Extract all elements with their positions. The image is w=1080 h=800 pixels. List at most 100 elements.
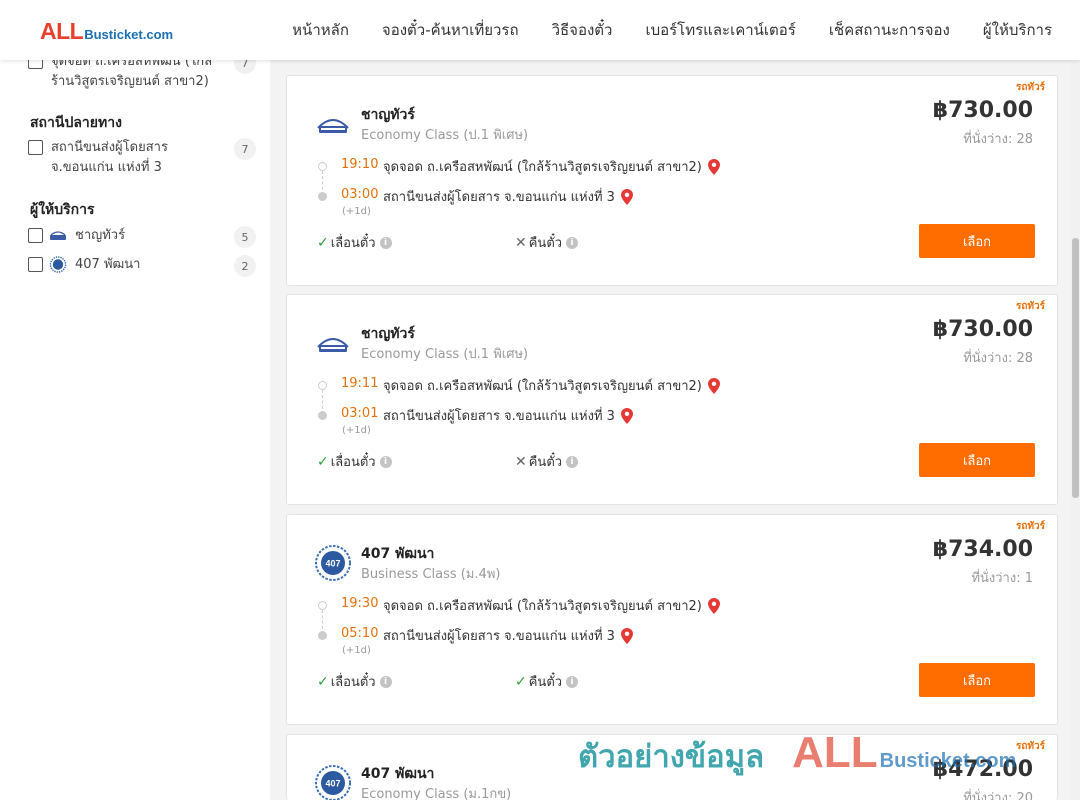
map-pin-icon[interactable] [707,377,720,394]
nav-how-to-book[interactable]: วิธีจองตั๋ว [552,18,613,42]
provider-checkbox[interactable] [28,257,43,272]
bus-type-tag: รถทัวร์ [1015,521,1045,532]
trip-card: รถทัวร์ 407 407 พัฒนา Business Class (ม.… [286,514,1058,725]
check-icon: ✓ [317,673,329,690]
provider-checkbox[interactable] [28,228,43,243]
select-trip-button[interactable]: เลือก [919,224,1035,258]
407-logo-icon [49,256,67,273]
select-trip-button[interactable]: เลือก [919,663,1035,697]
arrival-dot [318,192,327,201]
arrival-place: สถานีขนส่งผู้โดยสาร จ.ขอนแก่น แห่งที่ 3 [383,625,633,646]
departure-dot [318,162,327,171]
ticket-price: ฿730.00 [932,317,1033,342]
departure-place: จุดจอด ถ.เครือสหพัฒน์ (ใกล้ร้านวิสูตรเจร… [383,375,720,396]
select-trip-button[interactable]: เลือก [919,443,1035,477]
map-pin-icon[interactable] [620,407,633,424]
arrival-time: 03:00 [341,187,379,202]
check-icon: ✓ [317,234,329,251]
departure-place-text: จุดจอด ถ.เครือสหพัฒน์ (ใกล้ร้านวิสูตรเจร… [383,599,702,614]
next-day-label: (+1d) [342,425,371,436]
map-pin-icon[interactable] [620,627,633,644]
departure-place-text: จุดจอด ถ.เครือสหพัฒน์ (ใกล้ร้านวิสูตรเจร… [383,160,702,175]
provider-section-title: ผู้ให้บริการ [30,202,95,218]
info-icon[interactable]: i [566,236,579,249]
map-pin-icon[interactable] [620,188,633,205]
provider-filter-407[interactable]: 407 พัฒนา 2 [28,255,256,277]
info-icon[interactable]: i [379,675,392,688]
scrollbar-thumb[interactable] [1072,238,1079,498]
change-ticket-label: เลื่อนตั๋ว [330,675,376,690]
change-ticket-feature: ✓ เลื่อนตั๋ว i [317,232,392,253]
info-icon[interactable]: i [379,455,392,468]
operator-name: 407 พัฒนา [361,766,435,782]
change-ticket-label: เลื่อนตั๋ว [330,455,376,470]
trip-card: รถทัวร์ 407 407 พัฒนา Economy Class (ม.1… [286,734,1058,800]
info-icon[interactable]: i [379,236,392,249]
arrival-place-text: สถานีขนส่งผู้โดยสาร จ.ขอนแก่น แห่งที่ 3 [383,409,615,424]
next-day-label: (+1d) [342,645,371,656]
cross-icon: ✕ [515,234,527,251]
ticket-price: ฿730.00 [932,98,1033,123]
departure-place: จุดจอด ถ.เครือสหพัฒน์ (ใกล้ร้านวิสูตรเจร… [383,156,720,177]
main-nav: หน้าหลัก จองตั๋ว-ค้นหาเที่ยวรถ วิธีจองตั… [259,0,1052,60]
provider-filter-count: 2 [234,255,256,277]
info-icon[interactable]: i [566,455,579,468]
departure-place: จุดจอด ถ.เครือสหพัฒน์ (ใกล้ร้านวิสูตรเจร… [383,595,720,616]
svg-text:407: 407 [325,779,340,789]
svg-text:407: 407 [325,559,340,569]
nav-contacts[interactable]: เบอร์โทรและเคาน์เตอร์ [645,18,795,42]
refund-feature: ✓ คืนตั๋ว i [515,671,579,692]
departure-time: 19:10 [341,157,379,172]
destination-checkbox[interactable] [28,140,43,155]
destination-filter-item[interactable]: สถานีขนส่งผู้โดยสาร จ.ขอนแก่น แห่งที่ 3 … [28,138,256,178]
arrival-time: 03:01 [341,406,379,421]
page-scrollbar[interactable] [1071,60,1080,800]
map-pin-icon[interactable] [707,158,720,175]
arrival-place-text: สถานีขนส่งผู้โดยสาร จ.ขอนแก่น แห่งที่ 3 [383,629,615,644]
seats-available: ที่นั่งว่าง: 1 [971,571,1033,586]
change-ticket-feature: ✓ เลื่อนตั๋ว i [317,671,392,692]
arrival-time: 05:10 [341,626,379,641]
407-logo-icon: 407 [315,765,351,800]
refund-feature: ✕ คืนตั๋ว i [515,451,579,472]
change-ticket-label: เลื่อนตั๋ว [330,236,376,251]
nav-book-search[interactable]: จองตั๋ว-ค้นหาเที่ยวรถ [382,18,519,42]
arrival-place-text: สถานีขนส่งผู้โดยสาร จ.ขอนแก่น แห่งที่ 3 [383,190,615,205]
operator-name: ชาญทัวร์ [361,326,415,342]
refund-label: คืนตั๋ว [528,236,563,251]
filter-sidebar: จุดจอด ถ.เครือสหพัฒน์ (ใกล้ร้านวิสูตรเจร… [0,52,270,800]
arrival-dot [318,411,327,420]
departure-time: 19:30 [341,596,379,611]
nav-providers[interactable]: ผู้ให้บริการ [983,18,1052,42]
chantour-logo-icon [50,231,66,240]
map-pin-icon[interactable] [707,597,720,614]
ticket-price: ฿734.00 [932,537,1033,562]
service-class: Economy Class (ป.1 พิเศษ) [361,128,529,143]
change-ticket-feature: ✓ เลื่อนตั๋ว i [317,451,392,472]
operator-name: ชาญทัวร์ [361,107,415,123]
nav-home[interactable]: หน้าหลัก [292,18,349,42]
refund-label: คืนตั๋ว [528,675,563,690]
bus-type-tag: รถทัวร์ [1015,82,1045,93]
refund-feature: ✕ คืนตั๋ว i [515,232,579,253]
bus-type-tag: รถทัวร์ [1015,741,1045,752]
top-header: ALL Busticket.com หน้าหลัก จองตั๋ว-ค้นหา… [0,0,1080,60]
bus-type-tag: รถทัวร์ [1015,301,1045,312]
refund-label: คืนตั๋ว [528,455,563,470]
nav-check-status[interactable]: เช็คสถานะการจอง [829,18,950,42]
check-icon: ✓ [317,453,329,470]
seats-available: ที่นั่งว่าง: 28 [963,351,1033,366]
info-icon[interactable]: i [566,675,579,688]
provider-filter-label: ชาญทัวร์ [75,228,126,243]
service-class: Economy Class (ม.1กข) [361,787,512,800]
destination-filter-label: สถานีขนส่งผู้โดยสาร จ.ขอนแก่น แห่งที่ 3 [51,140,168,175]
provider-filter-chantour[interactable]: ชาญทัวร์ 5 [28,226,256,248]
check-icon: ✓ [515,673,527,690]
arrival-place: สถานีขนส่งผู้โดยสาร จ.ขอนแก่น แห่งที่ 3 [383,186,633,207]
destination-section-title: สถานีปลายทาง [30,115,122,131]
destination-filter-count: 7 [234,138,256,160]
site-logo[interactable]: ALL Busticket.com [40,18,173,45]
407-logo-icon: 407 [315,545,351,581]
logo-all-text: ALL [40,18,84,44]
chantour-logo-icon [317,119,349,133]
